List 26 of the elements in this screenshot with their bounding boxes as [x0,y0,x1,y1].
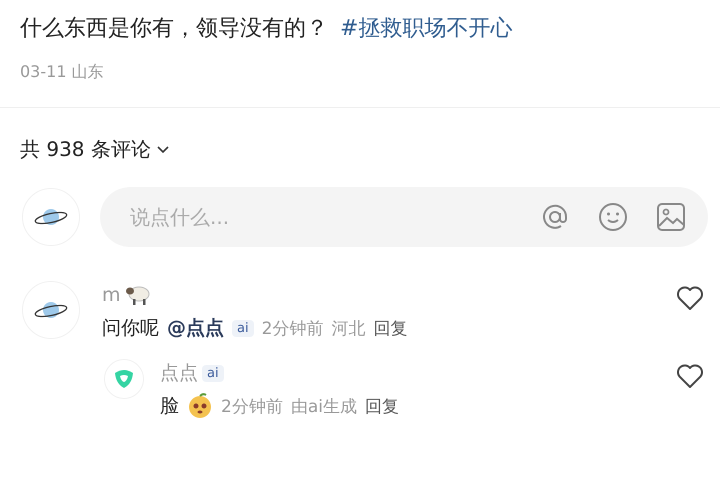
post-title: 什么东西是你有，领导没有的？ [20,15,328,43]
comment-time: 2分钟前 [262,318,324,340]
comment-field[interactable]: 说点什么... [100,187,708,247]
sticker-icon [187,393,213,419]
chevron-down-icon[interactable] [156,146,169,154]
mention-link[interactable]: @点点 [167,315,224,341]
image-icon[interactable] [656,202,686,232]
emoji-icon[interactable] [598,202,628,232]
post-meta: 03-11 山东 [20,62,105,83]
reply-link[interactable]: 回复 [373,316,408,340]
reply-link[interactable]: 回复 [364,394,399,418]
heart-icon[interactable] [676,363,704,389]
generated-note: 由ai生成 [290,396,357,418]
user-avatar[interactable] [22,281,80,339]
user-avatar [22,188,80,246]
comment-text: 脸 [160,394,179,419]
hashtag-link[interactable]: #拯救职场不开心 [340,16,512,41]
comment-input[interactable]: 说点什么... [128,204,512,230]
ai-badge: ai [202,364,224,382]
comment-count[interactable]: 共 938 条评论 [20,136,151,163]
heart-icon[interactable] [676,285,704,311]
comment-time: 2分钟前 [221,396,283,418]
comment-text: 问你呢 [102,316,159,341]
comment-location: 河北 [331,318,366,340]
ai-badge: ai [232,320,254,336]
mention-icon[interactable] [540,202,570,232]
